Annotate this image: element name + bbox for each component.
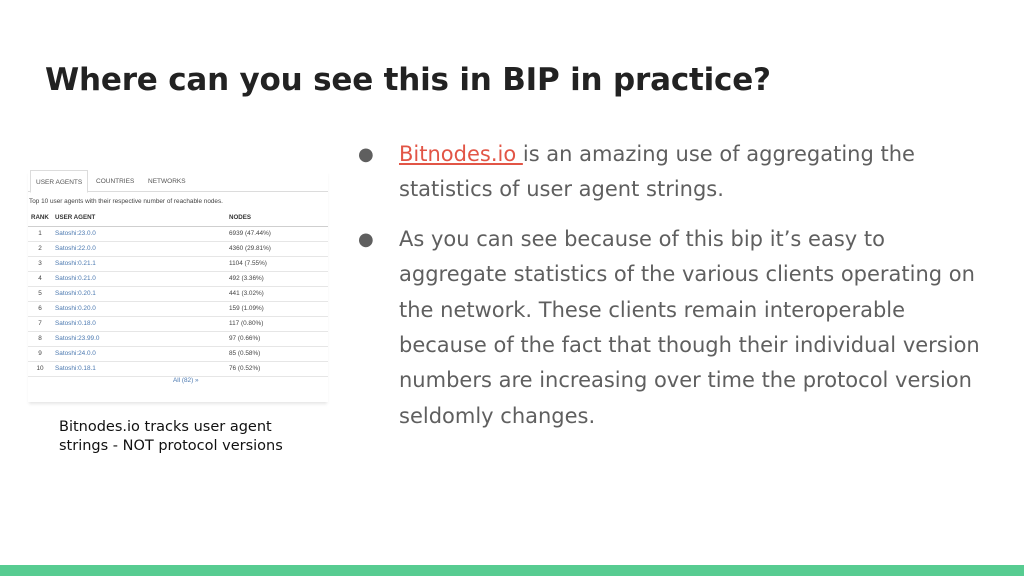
row-rank: 3: [28, 256, 52, 272]
row-rank: 9: [28, 346, 52, 362]
row-user-agent[interactable]: Satoshi:0.18.1: [52, 361, 226, 377]
row-user-agent[interactable]: Satoshi:0.20.1: [52, 286, 226, 302]
row-nodes: 117 (0.80%): [226, 316, 328, 332]
row-user-agent[interactable]: Satoshi:0.21.0: [52, 271, 226, 287]
row-nodes: 492 (3.36%): [226, 271, 328, 287]
row-user-agent[interactable]: Satoshi:23.0.0: [52, 226, 226, 242]
tab-user-agents: USER AGENTS: [30, 170, 89, 193]
row-rank: 4: [28, 271, 52, 287]
row-user-agent[interactable]: Satoshi:0.18.0: [52, 316, 226, 332]
bullet-text: As you can see because of this bip it’s …: [399, 226, 980, 428]
bullet-icon: ●: [358, 228, 374, 250]
tab-countries: COUNTRIES: [96, 178, 135, 185]
slide-title: Where can you see this in BIP in practic…: [45, 62, 771, 98]
row-nodes: 441 (3.02%): [226, 286, 328, 302]
row-user-agent[interactable]: Satoshi:0.21.1: [52, 256, 226, 272]
tab-networks: NETWORKS: [148, 178, 186, 185]
bitnodes-screenshot: USER AGENTS COUNTRIES NETWORKS Top 10 us…: [28, 170, 328, 402]
row-nodes: 6939 (47.44%): [226, 226, 328, 242]
table-row: 1 Satoshi:23.0.0 6939 (47.44%): [28, 226, 328, 242]
row-rank: 6: [28, 301, 52, 317]
table-row: 9 Satoshi:24.0.0 85 (0.58%): [28, 346, 328, 362]
row-user-agent[interactable]: Satoshi:0.20.0: [52, 301, 226, 317]
bullet-item: ● Bitnodes.io is an amazing use of aggre…: [358, 137, 998, 208]
column-header-user-agent: USER AGENT: [52, 210, 226, 227]
row-user-agent[interactable]: Satoshi:23.99.0: [52, 331, 226, 347]
user-agent-table: RANK USER AGENT NODES 1 Satoshi:23.0.0 693…: [28, 210, 328, 377]
column-header-rank: RANK: [28, 210, 52, 227]
row-user-agent[interactable]: Satoshi:22.0.0: [52, 241, 226, 257]
bitnodes-link[interactable]: Bitnodes.io: [399, 142, 523, 166]
screenshot-tab-bar: USER AGENTS COUNTRIES NETWORKS: [28, 170, 328, 193]
table-row: 3 Satoshi:0.21.1 1104 (7.55%): [28, 256, 328, 272]
table-row: 6 Satoshi:0.20.0 159 (1.09%): [28, 301, 328, 317]
table-row: 7 Satoshi:0.18.0 117 (0.80%): [28, 316, 328, 332]
bullet-icon: ●: [358, 144, 374, 165]
all-user-agents-link: All (82) »: [173, 377, 199, 384]
table-row: 5 Satoshi:0.20.1 441 (3.02%): [28, 286, 328, 302]
row-rank: 2: [28, 241, 52, 257]
row-nodes: 1104 (7.55%): [226, 256, 328, 272]
table-row: 2 Satoshi:22.0.0 4360 (29.81%): [28, 241, 328, 257]
row-nodes: 85 (0.58%): [226, 346, 328, 362]
row-nodes: 97 (0.66%): [226, 331, 328, 347]
row-user-agent[interactable]: Satoshi:24.0.0: [52, 346, 226, 362]
footer-accent-bar: [0, 565, 1024, 576]
row-nodes: 76 (0.52%): [226, 361, 328, 377]
bullet-item: ● As you can see because of this bip it’…: [358, 222, 998, 434]
row-nodes: 4360 (29.81%): [226, 241, 328, 257]
table-row: 4 Satoshi:0.21.0 492 (3.36%): [28, 271, 328, 287]
screenshot-table-caption: Top 10 user agents with their respective…: [29, 198, 223, 205]
table-row: 8 Satoshi:23.99.0 97 (0.66%): [28, 331, 328, 347]
row-nodes: 159 (1.09%): [226, 301, 328, 317]
row-rank: 5: [28, 286, 52, 302]
bullet-list: ● Bitnodes.io is an amazing use of aggre…: [358, 137, 998, 448]
row-rank: 10: [28, 361, 52, 377]
column-header-nodes: NODES: [226, 210, 328, 227]
row-rank: 7: [28, 316, 52, 332]
row-rank: 1: [28, 226, 52, 242]
row-rank: 8: [28, 331, 52, 347]
table-row: 10 Satoshi:0.18.1 76 (0.52%): [28, 361, 328, 377]
image-caption: Bitnodes.io tracks user agent strings - …: [59, 419, 283, 454]
